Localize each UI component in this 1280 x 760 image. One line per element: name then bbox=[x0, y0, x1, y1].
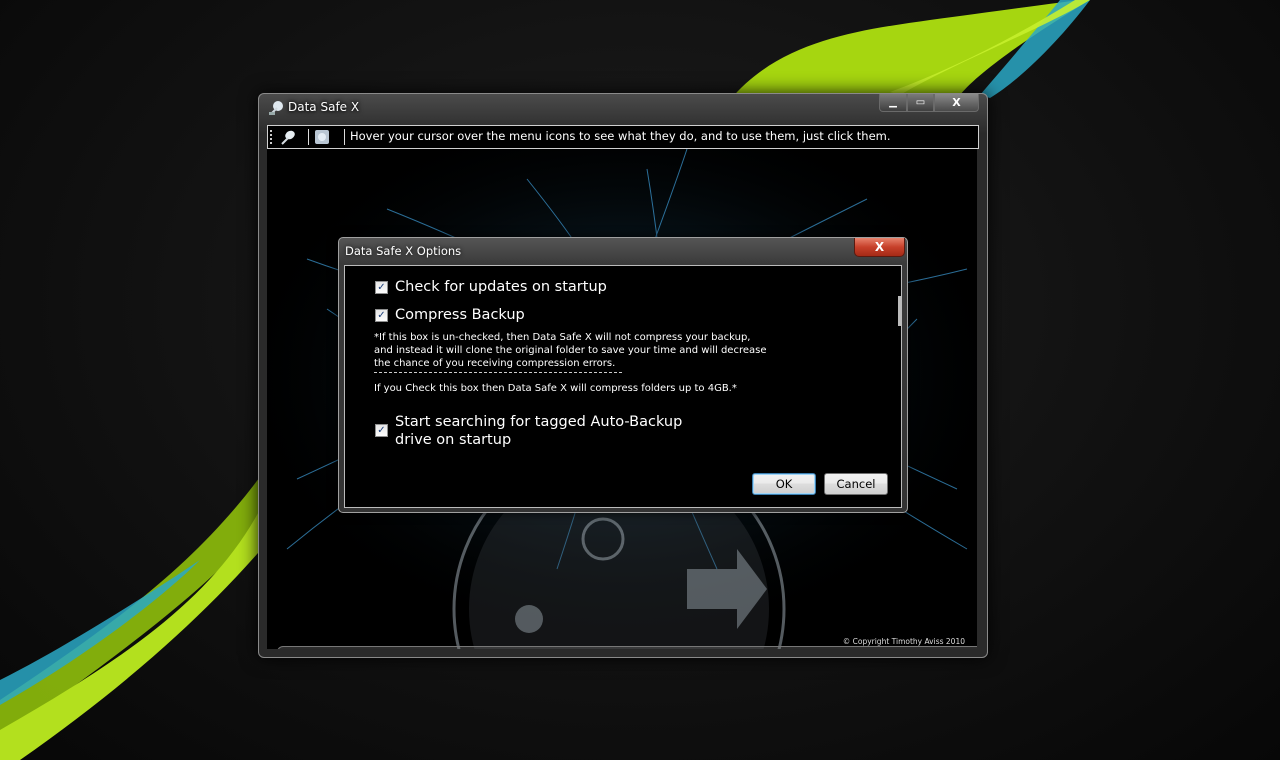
copyright-text: © Copyright Timothy Aviss 2010 bbox=[842, 637, 965, 646]
option-auto-backup-search[interactable]: ✓ Start searching for tagged Auto-Backup… bbox=[375, 413, 682, 449]
auto-backup-label-line2: drive on startup bbox=[395, 432, 512, 448]
check-updates-label: Check for updates on startup bbox=[395, 279, 607, 295]
compress-backup-checkbox[interactable]: ✓ bbox=[375, 309, 388, 322]
option-compress-backup[interactable]: ✓ Compress Backup bbox=[375, 307, 525, 324]
toolbar-hint: Hover your cursor over the menu icons to… bbox=[350, 129, 891, 143]
compress-backup-label: Compress Backup bbox=[395, 307, 525, 323]
dialog-title: Data Safe X Options bbox=[345, 244, 462, 258]
window-title: Data Safe X bbox=[288, 100, 360, 114]
close-button[interactable]: X bbox=[934, 94, 979, 112]
toolbar-separator bbox=[308, 129, 309, 145]
title-bar[interactable]: Data Safe X ▁ ▭ X bbox=[259, 94, 987, 122]
compress-note-line: *If this box is un-checked, then Data Sa… bbox=[374, 332, 751, 343]
window-controls: ▁ ▭ X bbox=[879, 94, 979, 112]
note-divider bbox=[374, 372, 622, 373]
compress-note-line: the chance of you receiving compression … bbox=[374, 358, 616, 369]
auto-backup-checkbox[interactable]: ✓ bbox=[375, 424, 388, 437]
check-updates-checkbox[interactable]: ✓ bbox=[375, 281, 388, 294]
app-icon bbox=[269, 101, 283, 115]
auto-backup-label: Start searching for tagged Auto-Backup d… bbox=[395, 413, 682, 449]
disk-icon[interactable] bbox=[314, 129, 330, 145]
dialog-body: ✓ Check for updates on startup ✓ Compres… bbox=[344, 265, 902, 508]
bottom-panel bbox=[277, 646, 977, 649]
option-check-updates[interactable]: ✓ Check for updates on startup bbox=[375, 279, 607, 296]
satellite-dish-icon[interactable] bbox=[280, 129, 296, 145]
dialog-scroll-indicator bbox=[898, 296, 902, 326]
minimize-button[interactable]: ▁ bbox=[879, 94, 907, 112]
toolbar-separator bbox=[344, 129, 345, 145]
ok-button[interactable]: OK bbox=[752, 473, 816, 495]
compress-note-line: and instead it will clone the original f… bbox=[374, 345, 767, 356]
auto-backup-label-line1: Start searching for tagged Auto-Backup bbox=[395, 414, 683, 430]
dialog-close-button[interactable]: X bbox=[854, 238, 905, 257]
cancel-button[interactable]: Cancel bbox=[824, 473, 888, 495]
compress-note-line: If you Check this box then Data Safe X w… bbox=[374, 383, 737, 394]
maximize-button[interactable]: ▭ bbox=[907, 94, 934, 112]
toolbar-grip[interactable] bbox=[270, 130, 272, 144]
options-dialog: Data Safe X Options X ✓ Check for update… bbox=[338, 237, 908, 513]
toolbar: Hover your cursor over the menu icons to… bbox=[267, 125, 979, 149]
